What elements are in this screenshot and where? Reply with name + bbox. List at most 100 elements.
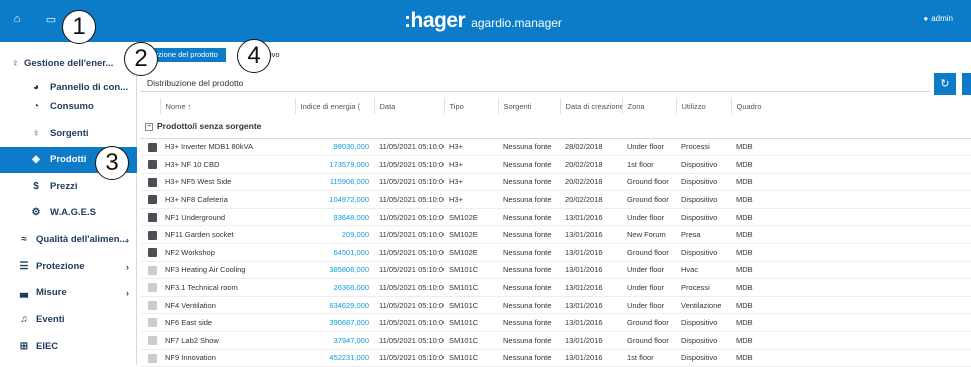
sidebar-item-power-quality[interactable]: ≈ Qualità dell'alimen... ›	[0, 227, 137, 253]
cell-zone: Under floor	[622, 208, 676, 227]
table-row[interactable]: NF9 Innovation 452231,000 11/05/2021 05:10…	[140, 349, 971, 367]
user-name: admin	[931, 14, 953, 23]
cell-device-icon	[140, 331, 160, 350]
cell-name: NF2 Workshop	[160, 243, 295, 262]
cell-date: 11/05/2021 05:10:00	[374, 313, 444, 333]
cell-zone: Ground floor	[622, 173, 676, 192]
cell-name: NF1 Underground	[160, 208, 295, 227]
user-menu[interactable]: ● admin	[923, 14, 953, 23]
collapse-icon[interactable]: −	[145, 122, 153, 131]
bulb-icon: ♀	[11, 58, 19, 69]
table-row[interactable]: H3+ NF5 West Side 115906,000 11/05/2021 05…	[140, 173, 971, 192]
col-zone[interactable]: Zona	[622, 98, 677, 114]
table-row[interactable]: NF3.1 Technical room 26366,000 11/05/2021 …	[140, 278, 971, 297]
monitor-icon[interactable]: ▭	[40, 9, 62, 31]
cell-usage: Dispositivo	[676, 155, 731, 174]
group-row[interactable]: − Prodotto/i senza sorgente	[140, 114, 971, 139]
table-row[interactable]: H3+ Inverter MDB1 80kVA 98030,000 11/05/20…	[140, 138, 971, 157]
table-row[interactable]: NF7 Lab2 Show 37947,000 11/05/2021 05:10:0…	[140, 331, 971, 350]
cell-created: 13/01/2016	[560, 261, 622, 280]
cell-energy: 115906,000	[295, 173, 374, 192]
sidebar-item-eiec[interactable]: ⊞ EIEC	[0, 334, 137, 360]
cell-date: 11/05/2021 05:10:00	[374, 349, 444, 367]
cell-created: 13/01/2016	[560, 225, 622, 245]
cell-board: MDB	[731, 278, 971, 297]
cell-source: Nessuna fonte	[498, 190, 560, 209]
cell-source: Nessuna fonte	[498, 243, 560, 262]
sidebar-item-sources[interactable]: ♀ Sorgenti	[0, 121, 137, 147]
cell-name: H3+ NF8 Cafeteria	[160, 190, 295, 209]
sidebar-item-label: Sorgenti	[50, 128, 89, 139]
refresh-button[interactable]: ↻	[934, 73, 956, 95]
sidebar-item-consumption[interactable]: ◔ Consumo	[0, 94, 137, 120]
cell-zone: Ground floor	[622, 331, 676, 350]
col-board[interactable]: Quadro	[731, 98, 971, 114]
cell-board: MDB	[731, 331, 971, 350]
cell-board: MDB	[731, 190, 971, 209]
cell-date: 11/05/2021 05:10:00	[374, 331, 444, 350]
device-icon	[148, 336, 157, 346]
table-row[interactable]: NF3 Heating Air Cooling 385806,000 11/05/2…	[140, 261, 971, 280]
cell-energy: 26366,000	[295, 278, 374, 297]
col-energy[interactable]: Indice di energia (	[295, 98, 375, 114]
sidebar-item-label: Protezione	[36, 261, 85, 272]
cell-device-icon	[140, 190, 160, 209]
cell-source: Nessuna fonte	[498, 225, 560, 245]
toolbar-button[interactable]	[962, 73, 971, 95]
col-created[interactable]: Data di creazione	[560, 98, 623, 114]
sidebar-item-wages[interactable]: ⚙ W.A.G.E.S	[0, 200, 137, 226]
table-row[interactable]: H3+ NF8 Cafeteria 104972,000 11/05/2021 05…	[140, 190, 971, 209]
cell-name: NF11 Garden socket	[160, 225, 295, 245]
col-sources[interactable]: Sorgenti	[498, 98, 561, 114]
cell-source: Nessuna fonte	[498, 331, 560, 350]
sidebar-item-events[interactable]: ♫ Eventi	[0, 307, 137, 333]
sidebar-item-measures[interactable]: ▃ Misure ›	[0, 280, 137, 306]
cell-usage: Dispositivo	[676, 331, 731, 350]
device-icon	[148, 353, 157, 363]
cell-source: Nessuna fonte	[498, 278, 560, 297]
table-header: Nome ↑ Indice di energia ( Data Tipo Sor…	[140, 98, 971, 114]
page-title: Distribuzione del prodotto	[147, 78, 244, 88]
cell-date: 11/05/2021 05:10:00	[374, 225, 444, 245]
cell-date: 11/05/2021 05:10:00	[374, 261, 444, 280]
cell-energy: 64501,000	[295, 243, 374, 262]
col-name[interactable]: Nome ↑	[160, 98, 296, 114]
device-icon	[148, 212, 157, 222]
home-icon[interactable]: ⌂	[10, 12, 24, 26]
refresh-icon: ↻	[940, 78, 950, 90]
cell-usage: Processi	[676, 278, 731, 297]
table-row[interactable]: NF11 Garden socket 209,000 11/05/2021 05:1…	[140, 225, 971, 245]
table-row[interactable]: NF1 Underground 93648,000 11/05/2021 05:10…	[140, 208, 971, 227]
tab-second[interactable]: ivo	[270, 48, 280, 62]
cell-zone: Under floor	[622, 261, 676, 280]
sidebar: ♀ Gestione dell'ener... ◕ Pannello di co…	[0, 42, 137, 365]
cell-zone: Ground floor	[622, 313, 676, 333]
col-type[interactable]: Tipo	[444, 98, 499, 114]
sidebar-item-label: Consumo	[50, 101, 94, 112]
sidebar-item-protection[interactable]: ☰ Protezione ›	[0, 254, 137, 280]
cell-energy: 634629,000	[295, 296, 374, 315]
cell-device-icon	[140, 138, 160, 157]
cell-name: NF7 Lab2 Show	[160, 331, 295, 350]
cell-energy: 37947,000	[295, 331, 374, 350]
cell-usage: Presa	[676, 225, 731, 245]
table-row[interactable]: NF2 Workshop 64501,000 11/05/2021 05:10:00…	[140, 243, 971, 262]
cell-energy: 385806,000	[295, 261, 374, 280]
table-row[interactable]: H3+ NF 10 CBD 173579,000 11/05/2021 05:10:…	[140, 155, 971, 174]
cell-device-icon	[140, 278, 160, 297]
cell-created: 20/02/2018	[560, 190, 622, 209]
cell-board: MDB	[731, 296, 971, 315]
cell-name: NF4 Ventilation	[160, 296, 295, 315]
cell-created: 13/01/2016	[560, 349, 622, 367]
sidebar-item-energy-management[interactable]: ♀ Gestione dell'ener...	[0, 51, 137, 75]
table-row[interactable]: NF6 East side 390687,000 11/05/2021 05:10:…	[140, 313, 971, 333]
table-row[interactable]: NF4 Ventilation 634629,000 11/05/2021 05:1…	[140, 296, 971, 315]
device-icon	[148, 230, 157, 240]
col-usage[interactable]: Utilizzo	[676, 98, 732, 114]
bell-icon: ♫	[20, 314, 28, 325]
col-date[interactable]: Data	[374, 98, 445, 114]
cell-source: Nessuna fonte	[498, 208, 560, 227]
box-icon: ◈	[32, 154, 40, 165]
cell-usage: Hvac	[676, 261, 731, 280]
cell-board: MDB	[731, 173, 971, 192]
